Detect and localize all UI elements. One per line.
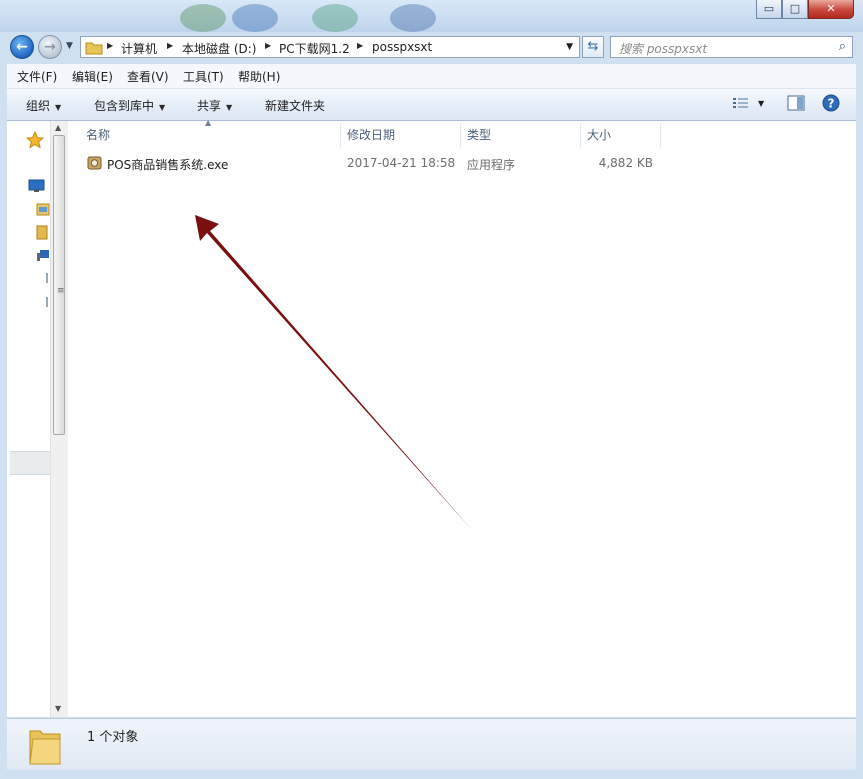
minimize-icon: ▭: [763, 2, 775, 15]
file-list: ▲ 名称 修改日期 类型 大小 POS商品销售系统.exe 2017-04-21…: [68, 118, 856, 717]
menu-help[interactable]: 帮助(H): [238, 68, 280, 85]
include-in-library-button[interactable]: 包含到库中 ▼: [94, 97, 165, 114]
share-label: 共享: [197, 99, 222, 113]
desktop-icon[interactable]: [28, 179, 45, 192]
nav-pane-scrollbar[interactable]: ▲ ≡ ▼: [50, 121, 68, 717]
tree-line: [46, 297, 48, 307]
tree-line: [46, 273, 48, 283]
breadcrumb-computer[interactable]: 计算机: [121, 40, 157, 57]
forward-arrow-icon: →: [44, 39, 56, 55]
nav-pane-splitter[interactable]: [10, 451, 50, 475]
breadcrumb-drive-d[interactable]: 本地磁盘 (D:): [182, 40, 256, 57]
grip-icon: ≡: [57, 286, 65, 296]
folder-icon: [85, 42, 103, 55]
breadcrumb-current-folder[interactable]: posspxsxt: [372, 40, 432, 54]
maximize-button[interactable]: □: [782, 0, 808, 19]
maximize-icon: □: [789, 2, 801, 15]
back-arrow-icon: ←: [16, 39, 28, 55]
scroll-up-arrow-icon[interactable]: ▲: [55, 123, 61, 132]
new-folder-button[interactable]: 新建文件夹: [265, 97, 325, 114]
include-library-label: 包含到库中: [94, 99, 155, 113]
search-icon[interactable]: ⌕: [839, 39, 846, 54]
library-icon[interactable]: [36, 201, 50, 217]
folder-icon: [29, 730, 61, 765]
nav-scrollbar-thumb[interactable]: ≡: [53, 135, 65, 435]
close-button[interactable]: ✕: [808, 0, 854, 19]
computer-icon[interactable]: [36, 247, 50, 263]
chevron-down-icon: ▼: [55, 103, 62, 112]
menu-file[interactable]: 文件(F): [17, 68, 57, 85]
item-count: 1 个对象: [87, 730, 139, 745]
scroll-down-arrow-icon[interactable]: ▼: [55, 704, 61, 713]
menu-tools[interactable]: 工具(T): [183, 68, 224, 85]
chevron-down-icon: ▼: [226, 103, 233, 112]
menu-view[interactable]: 查看(V): [127, 68, 169, 85]
svg-text:?: ?: [828, 97, 835, 111]
close-icon: ✕: [826, 2, 836, 15]
window-frame-bottom: [0, 770, 863, 779]
organize-label: 组织: [26, 99, 51, 113]
preview-pane-icon[interactable]: [787, 95, 805, 111]
library-icon[interactable]: [36, 224, 50, 240]
refresh-button[interactable]: ⇆: [582, 36, 604, 58]
organize-button[interactable]: 组织 ▼: [26, 97, 61, 114]
background-ghost-icon: [180, 4, 226, 32]
menu-edit[interactable]: 编辑(E): [72, 68, 113, 85]
navigation-bar: ← → ▼ ▶ 计算机 ▶ 本地磁盘 (D:) ▶ PC下载网1.2 ▶ pos…: [0, 32, 863, 62]
breadcrumb-separator-icon[interactable]: ▶: [357, 41, 363, 50]
address-dropdown-icon[interactable]: ▼: [566, 42, 573, 52]
breadcrumb-pc-folder[interactable]: PC下载网1.2: [279, 40, 350, 57]
title-bar: ▭ □ ✕: [0, 0, 863, 32]
address-bar[interactable]: ▶ 计算机 ▶ 本地磁盘 (D:) ▶ PC下载网1.2 ▶ posspxsxt…: [80, 36, 580, 58]
help-icon[interactable]: ?: [822, 94, 840, 112]
command-bar: 组织 ▼ 包含到库中 ▼ 共享 ▼ 新建文件夹 ▼ ?: [7, 89, 856, 121]
view-options-icon[interactable]: [732, 96, 750, 111]
share-button[interactable]: 共享 ▼: [197, 97, 232, 114]
breadcrumb-separator-icon[interactable]: ▶: [107, 41, 113, 50]
status-bar: 1 个对象: [7, 718, 856, 771]
search-placeholder: 搜索 posspxsxt: [619, 42, 708, 56]
forward-button[interactable]: →: [38, 35, 62, 59]
favorites-star-icon[interactable]: [26, 131, 44, 149]
search-input[interactable]: 搜索 posspxsxt ⌕: [610, 36, 853, 58]
breadcrumb-separator-icon[interactable]: ▶: [167, 41, 173, 50]
chevron-down-icon: ▼: [159, 103, 166, 112]
annotation-arrow: [195, 215, 472, 530]
background-ghost-icon: [390, 4, 436, 32]
history-dropdown-icon[interactable]: ▼: [66, 41, 73, 51]
window-frame-right: [856, 64, 863, 779]
breadcrumb-separator-icon[interactable]: ▶: [265, 41, 271, 50]
back-button[interactable]: ←: [10, 35, 34, 59]
background-ghost-icon: [312, 4, 358, 32]
navigation-pane: [7, 121, 51, 717]
minimize-button[interactable]: ▭: [756, 0, 782, 19]
menu-bar: 文件(F) 编辑(E) 查看(V) 工具(T) 帮助(H): [7, 64, 856, 89]
background-ghost-icon: [232, 4, 278, 32]
refresh-icon: ⇆: [587, 39, 599, 54]
view-dropdown-icon[interactable]: ▼: [758, 99, 764, 108]
